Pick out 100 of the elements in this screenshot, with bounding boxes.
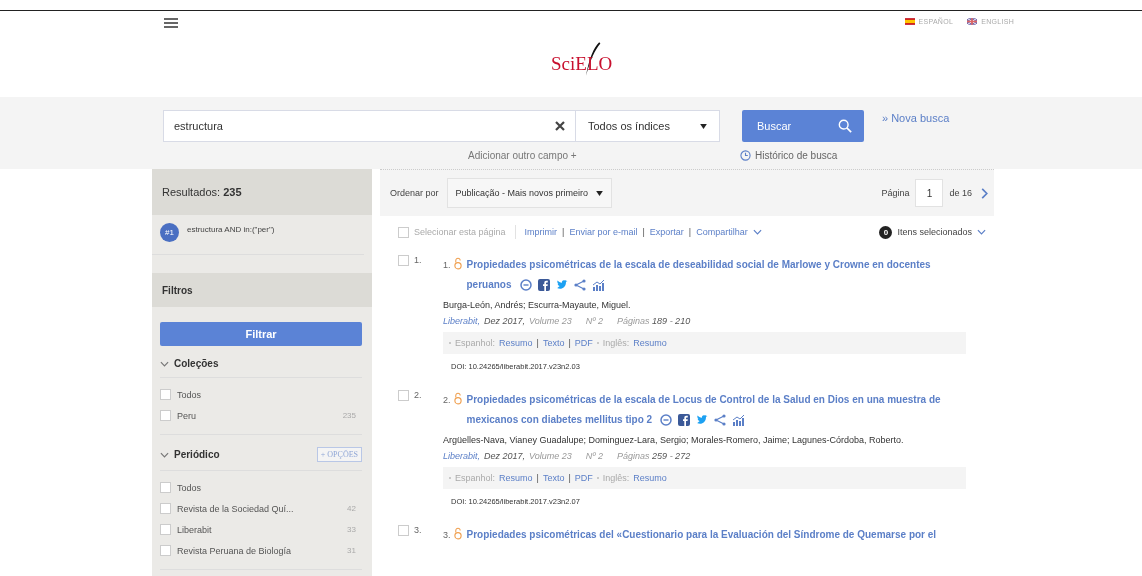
search-icon <box>838 119 852 133</box>
date-text: Dez 2017, <box>484 450 526 463</box>
chat-icon[interactable] <box>660 414 673 427</box>
share-icon[interactable] <box>714 414 727 427</box>
bird-icon[interactable] <box>555 279 568 292</box>
checkbox[interactable] <box>160 389 171 400</box>
index-dropdown[interactable]: Todos os índices <box>575 110 720 142</box>
language-label: Inglês: <box>602 338 630 348</box>
checkbox[interactable] <box>160 410 171 421</box>
open-lock-icon <box>453 527 462 540</box>
page-label: Página <box>881 188 910 198</box>
sort-dropdown[interactable]: Publicação - Mais novos primeiro <box>446 178 613 208</box>
language-label: Inglês: <box>602 473 630 483</box>
flag-icon <box>904 18 915 25</box>
separator-text: | <box>568 473 571 483</box>
result-title[interactable]: Propiedades psicométricas de la escala de Locus de Control de la Salud en Dios en una muestra de mexicanos con diabetes mellitus tipo 2 <box>466 390 966 430</box>
options-button[interactable]: + OPÇÕES <box>316 447 362 462</box>
chevron-icon <box>977 229 986 235</box>
selected-count-badge: 0 <box>879 225 893 239</box>
facebook-icon[interactable] <box>537 279 550 292</box>
document-link[interactable]: Resumo <box>499 473 533 483</box>
action-link[interactable]: Imprimir <box>524 227 558 237</box>
pages-text: 259 - 272 <box>652 451 691 461</box>
checkbox[interactable] <box>398 226 409 238</box>
chart-icon[interactable] <box>732 414 745 427</box>
journal-link[interactable]: Liberabit, <box>443 448 481 464</box>
filters-title: Filtros <box>162 284 193 296</box>
pages-text: 189 - 210 <box>652 316 691 326</box>
document-link[interactable]: Resumo <box>633 338 667 348</box>
issue-text: Nº 2 <box>585 450 604 463</box>
results-count: Resultados: 235 <box>162 186 242 198</box>
filter-label[interactable]: Todos <box>177 482 202 493</box>
page-total: de 16 <box>949 188 972 198</box>
result-index: 2. <box>414 390 422 402</box>
checkbox[interactable] <box>160 482 171 493</box>
chevron-icon <box>160 451 169 458</box>
result-title[interactable]: Propiedades psicométricas del «Cuestionario para la Evaluación del Síndrome de Quemarse por el <box>466 525 937 545</box>
open-lock-icon <box>453 392 462 405</box>
result-number: 3. <box>443 529 451 542</box>
filter-label[interactable]: Revista de la Sociedad Quí... <box>177 503 294 514</box>
clear-icon[interactable] <box>555 121 565 131</box>
selected-label[interactable]: Itens selecionados <box>897 227 972 237</box>
page-field[interactable]: 1 <box>915 179 944 207</box>
authors-text: Burga-León, Andrés; Escurra-Mayaute, Miguel. <box>443 299 632 312</box>
group-toggle[interactable]: Coleções <box>160 358 219 369</box>
history-link[interactable]: Histórico de busca <box>740 150 838 161</box>
result-title[interactable]: Propiedades psicométricas de la escala de deseabilidad social de Marlowe y Crowne en docentes peruanos <box>466 255 966 295</box>
filter-label[interactable]: Peru <box>177 410 196 421</box>
authors-text: Argüelles-Nava, Vianey Guadalupe; Dominguez-Lara, Sergio; Morales-Romero, Jaime; Lagunes-Córdoba, Roberto. <box>443 434 905 447</box>
document-link[interactable]: Resumo <box>633 473 667 483</box>
group-toggle[interactable]: Periódico <box>160 449 220 460</box>
checkbox[interactable] <box>160 545 171 556</box>
result-index: 3. <box>414 525 422 537</box>
checkbox[interactable] <box>398 390 409 401</box>
pages-label: Páginas <box>617 451 650 461</box>
chart-icon[interactable] <box>591 279 604 292</box>
separator-text: | <box>568 338 571 348</box>
filter-label[interactable]: Liberabit <box>177 524 212 535</box>
flag-icon <box>967 18 978 25</box>
journal-link[interactable]: Liberabit, <box>443 313 481 329</box>
chat-icon[interactable] <box>519 279 532 292</box>
document-link[interactable]: PDF <box>574 338 593 348</box>
checkbox[interactable] <box>160 503 171 514</box>
separator-text: | <box>688 227 692 237</box>
issue-text: Nº 2 <box>585 315 604 328</box>
facebook-icon[interactable] <box>678 414 691 427</box>
separator-text: | <box>536 473 539 483</box>
checkbox[interactable] <box>160 524 171 535</box>
logo-text[interactable]: SciELO <box>551 53 613 75</box>
document-link[interactable]: Resumo <box>499 338 533 348</box>
action-link[interactable]: Compartilhar <box>696 227 748 237</box>
result-number: 1. <box>443 259 451 272</box>
result-index: 1. <box>414 255 422 267</box>
action-link[interactable]: Enviar por e-mail <box>569 227 638 237</box>
caret-icon <box>700 123 707 129</box>
add-field-link[interactable]: Adicionar outro campo + <box>468 150 740 161</box>
document-link[interactable]: Texto <box>542 338 565 348</box>
filter-label[interactable]: Todos <box>177 389 202 400</box>
filter-button[interactable]: Filtrar <box>160 322 362 346</box>
search-field[interactable]: estructura <box>163 110 575 142</box>
separator-text: | <box>642 227 645 237</box>
language-label: Espanhol: <box>455 338 496 348</box>
share-icon[interactable] <box>573 279 586 292</box>
select-page-label[interactable]: Selecionar esta página <box>414 227 506 237</box>
checkbox[interactable] <box>398 255 409 266</box>
chevron-icon <box>160 360 169 367</box>
query-text[interactable]: estructura AND in:("per") <box>187 225 275 234</box>
clock-icon <box>740 150 751 161</box>
bird-icon[interactable] <box>696 414 709 427</box>
new-search-link[interactable]: » Nova busca <box>882 112 950 124</box>
checkbox[interactable] <box>398 525 409 536</box>
menu-icon[interactable] <box>164 18 178 28</box>
chevron-icon <box>752 229 762 235</box>
document-link[interactable]: PDF <box>574 473 593 483</box>
result-number: 2. <box>443 394 451 407</box>
document-link[interactable]: Texto <box>542 473 565 483</box>
filter-label[interactable]: Revista Peruana de Biología <box>177 545 292 556</box>
action-link[interactable]: Exportar <box>649 227 684 237</box>
search-button[interactable]: Buscar <box>742 110 864 142</box>
next-page-icon[interactable] <box>981 187 988 199</box>
